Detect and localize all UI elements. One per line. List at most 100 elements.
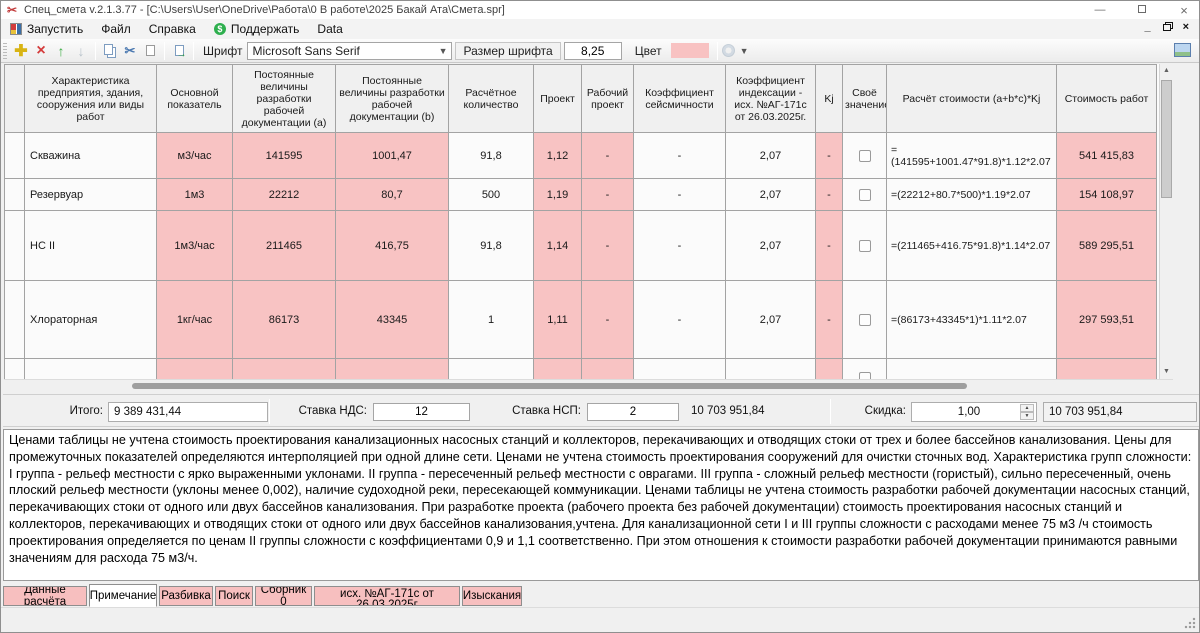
menu-help[interactable]: Справка: [140, 20, 205, 38]
nsp-input[interactable]: [587, 403, 679, 421]
chevron-down-icon[interactable]: ▼: [740, 46, 749, 56]
cell-index[interactable]: 2,07: [726, 211, 816, 281]
cell-index[interactable]: 2,07: [726, 179, 816, 211]
cell-b[interactable]: 416,75: [336, 211, 449, 281]
col-header-index-coef[interactable]: Коэффициент индексации - исх. №АГ-171с о…: [726, 65, 816, 133]
cell-a[interactable]: 86173: [233, 281, 336, 359]
col-header-project[interactable]: Проект: [534, 65, 582, 133]
menu-run[interactable]: Запустить: [1, 20, 92, 38]
cell-project[interactable]: 1,11: [534, 281, 582, 359]
tab-surveys[interactable]: Изыскания: [462, 586, 522, 606]
mdi-close-button[interactable]: ×: [1183, 21, 1189, 33]
cell-kj[interactable]: -: [816, 211, 843, 281]
col-header-kj[interactable]: Kj: [816, 65, 843, 133]
cell-formula[interactable]: =(86173+43345*1)*1.11*2.07: [887, 281, 1057, 359]
own-value-checkbox[interactable]: [859, 314, 871, 326]
horizontal-scrollbar-thumb[interactable]: [132, 383, 967, 389]
cell-project[interactable]: 1,19: [534, 179, 582, 211]
cell-a[interactable]: 211465: [233, 211, 336, 281]
cell-name[interactable]: Скважина: [25, 133, 157, 179]
close-button[interactable]: ×: [1177, 3, 1191, 18]
cell-name[interactable]: Хлораторная: [25, 281, 157, 359]
horizontal-scrollbar[interactable]: [4, 379, 1173, 392]
cell-b[interactable]: 43345: [336, 281, 449, 359]
col-header-seismic[interactable]: Коэффициент сейсмичности: [634, 65, 726, 133]
menu-file[interactable]: Файл: [92, 20, 140, 38]
copy-icon[interactable]: [100, 41, 120, 61]
cell-index[interactable]: 2,07: [726, 281, 816, 359]
col-header-work-cost[interactable]: Стоимость работ: [1057, 65, 1157, 133]
minimize-button[interactable]: —: [1093, 4, 1107, 16]
col-header-const-b[interactable]: Постоянные величины разработки рабочей д…: [336, 65, 449, 133]
cell-seismic[interactable]: -: [634, 281, 726, 359]
menu-support[interactable]: $ Поддержать: [205, 20, 309, 38]
export-icon[interactable]: [169, 41, 189, 61]
cell-index[interactable]: 2,07: [726, 133, 816, 179]
discount-stepper[interactable]: 1,00 ▲ ▼: [911, 402, 1037, 422]
cell-formula[interactable]: =(141595+1001.47*91.8)*1.12*2.07: [887, 133, 1057, 179]
cell-qty[interactable]: 1: [449, 281, 534, 359]
own-value-checkbox[interactable]: [859, 240, 871, 252]
own-value-checkbox[interactable]: [859, 189, 871, 201]
cell-unit[interactable]: 1м3/час: [157, 211, 233, 281]
cell-qty[interactable]: 500: [449, 179, 534, 211]
font-size-input[interactable]: [564, 42, 622, 60]
tab-calculation-data[interactable]: Данные расчёта: [3, 586, 87, 606]
row-selector[interactable]: [5, 211, 25, 281]
cell-formula[interactable]: =(22212+80.7*500)*1.19*2.07: [887, 179, 1057, 211]
cell-a[interactable]: 141595: [233, 133, 336, 179]
scroll-down-icon[interactable]: ▼: [1160, 365, 1173, 379]
toolbar-grip[interactable]: [3, 43, 7, 59]
col-header-unit[interactable]: Основной показатель: [157, 65, 233, 133]
vertical-scrollbar-thumb[interactable]: [1161, 80, 1172, 198]
spin-down-icon[interactable]: ▼: [1020, 412, 1034, 420]
cell-name[interactable]: Резервуар: [25, 179, 157, 211]
cell-work-project[interactable]: -: [582, 281, 634, 359]
move-down-icon[interactable]: ↓: [71, 41, 91, 61]
col-header-quantity[interactable]: Расчётное количество: [449, 65, 534, 133]
cell-qty[interactable]: 91,8: [449, 133, 534, 179]
menu-data[interactable]: Data: [308, 20, 351, 38]
row-selector[interactable]: [5, 133, 25, 179]
cell-kj[interactable]: -: [816, 179, 843, 211]
cell-b[interactable]: 80,7: [336, 179, 449, 211]
delete-row-icon[interactable]: ×: [31, 41, 51, 61]
cell-formula[interactable]: =(211465+416.75*91.8)*1.14*2.07: [887, 211, 1057, 281]
row-selector[interactable]: [5, 359, 25, 380]
cell-cost[interactable]: 297 593,51: [1057, 281, 1157, 359]
color-wheel-icon[interactable]: [722, 44, 735, 57]
cell-name[interactable]: НС II: [25, 211, 157, 281]
tab-collection[interactable]: Сборник 0: [255, 586, 312, 606]
col-header-const-a[interactable]: Постоянные величины разработки рабочей д…: [233, 65, 336, 133]
cell-b[interactable]: 1001,47: [336, 133, 449, 179]
cell-seismic[interactable]: -: [634, 179, 726, 211]
cell-cost[interactable]: 541 415,83: [1057, 133, 1157, 179]
image-icon[interactable]: [1174, 43, 1191, 57]
cell-unit[interactable]: 1м3: [157, 179, 233, 211]
add-row-icon[interactable]: ✚: [11, 41, 31, 61]
cell-project[interactable]: 1,14: [534, 211, 582, 281]
spin-up-icon[interactable]: ▲: [1020, 404, 1034, 412]
mdi-minimize-button[interactable]: _: [1144, 21, 1150, 33]
grid-corner-cell[interactable]: [5, 65, 25, 133]
font-combobox[interactable]: Microsoft Sans Serif ▼: [247, 42, 452, 60]
tab-note[interactable]: Примечание: [89, 584, 157, 607]
cell-qty[interactable]: 91,8: [449, 211, 534, 281]
cell-kj[interactable]: -: [816, 281, 843, 359]
cell-kj[interactable]: -: [816, 133, 843, 179]
tab-breakdown[interactable]: Разбивка: [159, 586, 213, 606]
row-selector[interactable]: [5, 281, 25, 359]
resize-grip[interactable]: [1184, 617, 1196, 629]
col-header-own-value[interactable]: Своё значение: [843, 65, 887, 133]
row-selector[interactable]: [5, 179, 25, 211]
mdi-restore-button[interactable]: [1163, 24, 1171, 31]
cell-work-project[interactable]: -: [582, 133, 634, 179]
col-header-cost-formula[interactable]: Расчёт стоимости (a+b*c)*Kj: [887, 65, 1057, 133]
tab-search[interactable]: Поиск: [215, 586, 253, 606]
cell-unit[interactable]: м3/час: [157, 133, 233, 179]
col-header-characteristic[interactable]: Характеристика предприятия, здания, соор…: [25, 65, 157, 133]
cell-work-project[interactable]: -: [582, 179, 634, 211]
scroll-up-icon[interactable]: ▲: [1160, 64, 1173, 78]
maximize-button[interactable]: [1135, 4, 1149, 16]
cell-project[interactable]: 1,12: [534, 133, 582, 179]
